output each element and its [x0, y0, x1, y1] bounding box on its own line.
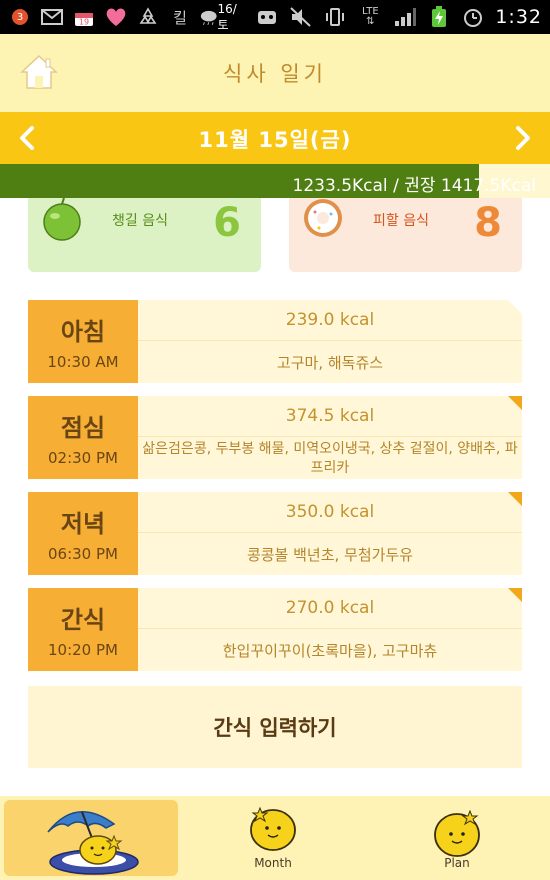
- meal-name: 아침: [60, 318, 106, 346]
- page-fold-icon: [508, 492, 522, 506]
- calendar-day-text: 19: [79, 18, 89, 27]
- donut-icon: [304, 199, 342, 237]
- weather-rain-icon: 16/토: [200, 2, 244, 32]
- nav-tab-month[interactable]: Month: [228, 800, 318, 876]
- meal-label-block: 점심 02:30 PM: [28, 396, 138, 479]
- meal-kcal: 270.0 kcal: [138, 588, 522, 629]
- calendar-cake-icon: 19: [72, 7, 96, 27]
- calorie-consumed: 1233.5Kcal: [292, 176, 388, 196]
- meal-items: 삶은검은콩, 두부봉 해물, 미역오이냉국, 상추 겉절이, 양배추, 파프리카: [142, 441, 518, 476]
- meal-items: 고구마, 해독쥬스: [276, 354, 384, 372]
- meal-time: 06:30 PM: [48, 545, 118, 563]
- current-date: 11월 15일(금): [198, 128, 352, 152]
- meal-detail: 239.0 kcal 고구마, 해독쥬스: [138, 300, 522, 383]
- android-icon: [255, 7, 279, 27]
- meal-row-lunch[interactable]: 점심 02:30 PM 374.5 kcal 삶은검은콩, 두부봉 해물, 미역…: [28, 396, 522, 479]
- keyboard-korean-icon: 킬: [173, 8, 187, 27]
- vibrate-icon: [323, 7, 347, 27]
- lte-icon: LTE ⇅: [357, 7, 383, 27]
- status-bar: 3 19 킬 16/토 LTE ⇅ 1:32: [0, 0, 550, 34]
- foods-to-avoid-count: 8: [474, 200, 502, 246]
- meal-time: 10:30 AM: [47, 353, 119, 371]
- bottom-navigation: Month Plan: [0, 796, 550, 880]
- meal-items: 한입꾸이꾸이(초록마을), 고구마츄: [222, 642, 438, 660]
- meal-row-snack[interactable]: 간식 10:20 PM 270.0 kcal 한입꾸이꾸이(초록마을), 고구마…: [28, 588, 522, 671]
- page-fold-icon: [508, 396, 522, 410]
- weather-temp: 16/토: [217, 1, 237, 32]
- mute-icon: [289, 7, 313, 27]
- foods-to-avoid-card[interactable]: 피할 음식 8: [289, 198, 522, 272]
- page-title: 식사 일기: [223, 62, 327, 86]
- calorie-summary: 1233.5Kcal / 권장 1417.5Kcal: [293, 171, 536, 196]
- meal-name: 간식: [60, 606, 106, 634]
- meal-row-dinner[interactable]: 저녁 06:30 PM 350.0 kcal 콩콩볼 백년초, 무첨가두유: [28, 492, 522, 575]
- page-fold-icon: [508, 588, 522, 602]
- meal-detail: 270.0 kcal 한입꾸이꾸이(초록마을), 고구마츄: [138, 588, 522, 671]
- meal-label-block: 저녁 06:30 PM: [28, 492, 138, 575]
- chevron-right-icon: [516, 126, 530, 150]
- meal-kcal: 374.5 kcal: [138, 396, 522, 437]
- app-notification-icon: 3: [8, 7, 32, 27]
- mail-icon: [40, 7, 64, 27]
- meal-detail: 350.0 kcal 콩콩볼 백년초, 무첨가두유: [138, 492, 522, 575]
- meal-name: 저녁: [60, 510, 106, 538]
- meal-label-block: 간식 10:20 PM: [28, 588, 138, 671]
- calorie-progress-bar: 1233.5Kcal / 권장 1417.5Kcal: [0, 164, 550, 198]
- page-fold-icon: [508, 300, 522, 314]
- nav-month-label: Month: [254, 856, 292, 870]
- meal-kcal: 239.0 kcal: [138, 300, 522, 341]
- nav-plan-label: Plan: [444, 856, 470, 870]
- calorie-recommended: / 권장 1417.5Kcal: [393, 176, 536, 196]
- smiley-month-icon: [250, 806, 296, 851]
- data-arrows-icon: ⇅: [366, 16, 375, 27]
- add-snack-button[interactable]: 간식 입력하기: [28, 686, 522, 768]
- battery-charging-icon: [427, 6, 451, 27]
- recycle-icon: [136, 7, 160, 27]
- next-day-button[interactable]: [508, 124, 536, 152]
- foods-to-eat-card[interactable]: 챙길 음식 6: [28, 198, 261, 272]
- clock-time: 1:32: [495, 6, 542, 28]
- meal-row-breakfast[interactable]: 아침 10:30 AM 239.0 kcal 고구마, 해독쥬스: [28, 300, 522, 383]
- meal-time: 02:30 PM: [48, 449, 118, 467]
- meal-kcal: 350.0 kcal: [138, 492, 522, 533]
- nav-tab-diary[interactable]: [4, 800, 178, 876]
- app-header: 식사 일기: [0, 34, 550, 112]
- foods-to-eat-label: 챙길 음식: [112, 213, 168, 229]
- umbrella-character-icon: [47, 811, 139, 875]
- foods-to-eat-count: 6: [213, 200, 241, 246]
- nav-tab-plan[interactable]: Plan: [412, 800, 502, 876]
- foods-to-avoid-label: 피할 음식: [373, 213, 429, 229]
- date-navigator: 11월 15일(금): [0, 112, 550, 164]
- alarm-icon: [461, 7, 485, 27]
- heart-icon: [104, 7, 128, 27]
- meal-label-block: 아침 10:30 AM: [28, 300, 138, 383]
- meal-items: 콩콩볼 백년초, 무첨가두유: [246, 546, 414, 564]
- meal-name: 점심: [60, 414, 106, 442]
- signal-icon: [393, 7, 417, 27]
- smiley-plan-icon: [434, 809, 480, 857]
- notification-count-badge: 3: [12, 9, 28, 25]
- meal-detail: 374.5 kcal 삶은검은콩, 두부봉 해물, 미역오이냉국, 상추 겉절이…: [138, 396, 522, 479]
- meal-time: 10:20 PM: [48, 641, 118, 659]
- apple-icon: [43, 198, 81, 241]
